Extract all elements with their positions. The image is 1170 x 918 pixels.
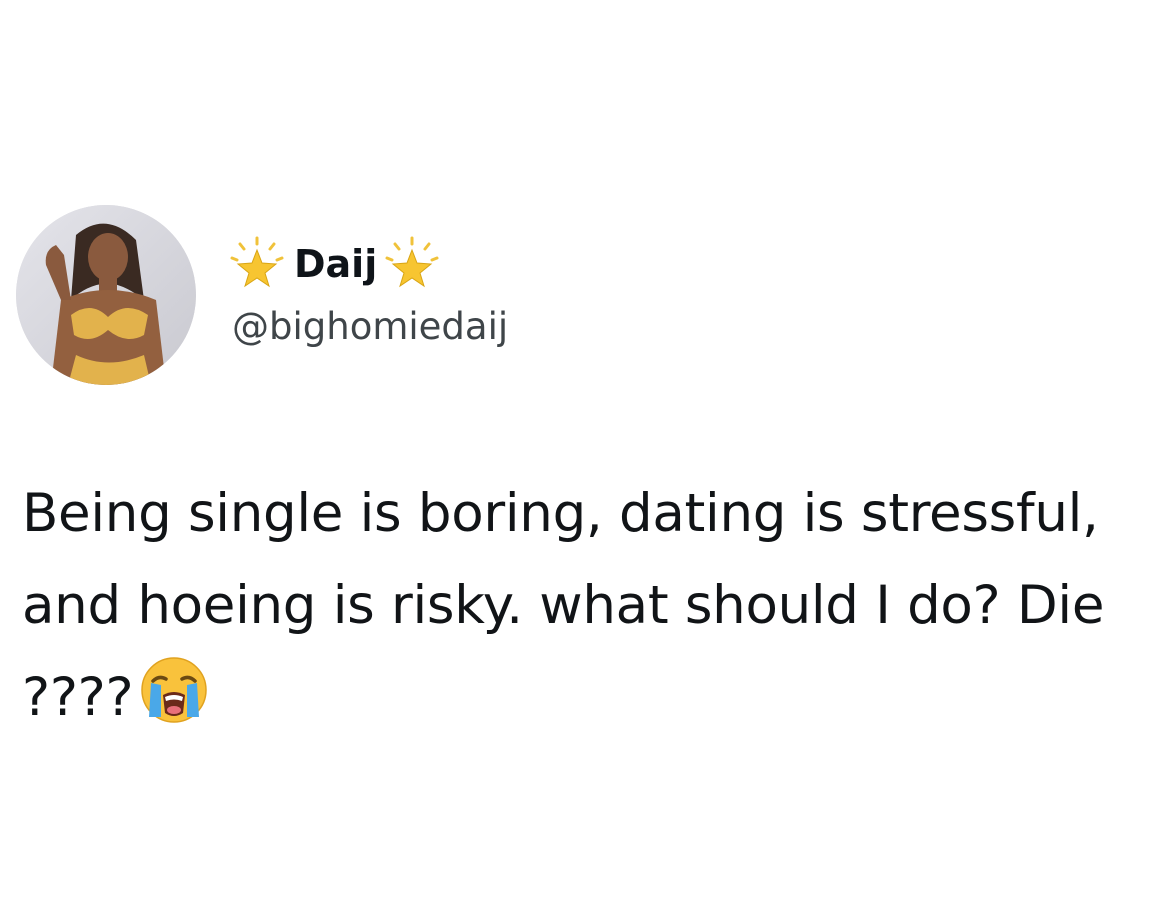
display-name[interactable]: Daij <box>294 236 377 292</box>
avatar[interactable] <box>16 205 196 385</box>
user-handle[interactable]: @bighomiedaij <box>232 304 508 350</box>
tweet-card: Daij @bighomiedaij Being single is borin… <box>0 0 1170 918</box>
name-row: Daij <box>228 236 441 292</box>
tweet-body: Being single is boring, dating is stress… <box>22 468 1152 744</box>
glowing-star-icon <box>230 236 284 288</box>
loudly-crying-face-icon <box>141 657 208 723</box>
glowing-star-icon <box>385 236 439 288</box>
